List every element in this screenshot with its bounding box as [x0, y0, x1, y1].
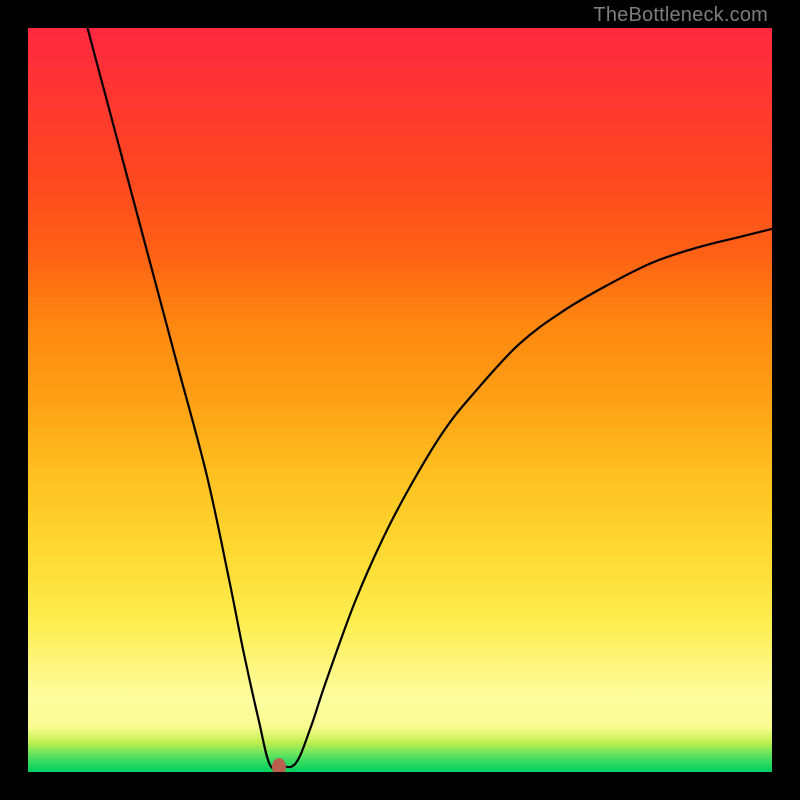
watermark-text: TheBottleneck.com [593, 4, 768, 27]
plot-area [28, 28, 772, 772]
minimum-marker [272, 758, 286, 772]
bottleneck-curve [28, 28, 772, 772]
chart-container: TheBottleneck.com [0, 0, 800, 800]
